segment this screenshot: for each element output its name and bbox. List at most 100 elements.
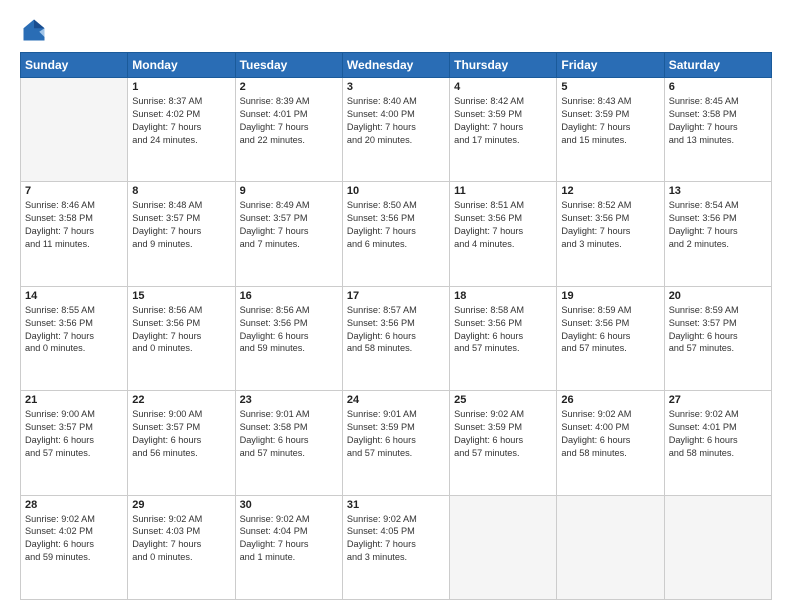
- day-info: Sunrise: 8:50 AM Sunset: 3:56 PM Dayligh…: [347, 199, 445, 251]
- day-cell: 27 Sunrise: 9:02 AM Sunset: 4:01 PM Dayli…: [664, 391, 771, 495]
- day-info: Sunrise: 9:00 AM Sunset: 3:57 PM Dayligh…: [25, 408, 123, 460]
- day-info: Sunrise: 9:02 AM Sunset: 3:59 PM Dayligh…: [454, 408, 552, 460]
- day-info: Sunrise: 8:39 AM Sunset: 4:01 PM Dayligh…: [240, 95, 338, 147]
- day-number: 16: [240, 290, 338, 302]
- day-cell: 19 Sunrise: 8:59 AM Sunset: 3:56 PM Dayli…: [557, 286, 664, 390]
- day-cell: 1Sunrise: 8:37 AM Sunset: 4:02 PM Daylig…: [128, 78, 235, 182]
- day-number: 29: [132, 499, 230, 511]
- day-info: Sunrise: 8:52 AM Sunset: 3:56 PM Dayligh…: [561, 199, 659, 251]
- day-info: Sunrise: 8:57 AM Sunset: 3:56 PM Dayligh…: [347, 304, 445, 356]
- day-cell: 9Sunrise: 8:49 AM Sunset: 3:57 PM Daylig…: [235, 182, 342, 286]
- day-number: 28: [25, 499, 123, 511]
- weekday-header-saturday: Saturday: [664, 53, 771, 78]
- day-cell: 28 Sunrise: 9:02 AM Sunset: 4:02 PM Dayli…: [21, 495, 128, 599]
- day-cell: 3 Sunrise: 8:40 AM Sunset: 4:00 PM Daylig…: [342, 78, 449, 182]
- day-number: 21: [25, 394, 123, 406]
- day-cell: 10 Sunrise: 8:50 AM Sunset: 3:56 PM Dayli…: [342, 182, 449, 286]
- day-cell: 21 Sunrise: 9:00 AM Sunset: 3:57 PM Dayli…: [21, 391, 128, 495]
- day-number: 15: [132, 290, 230, 302]
- day-info: Sunrise: 8:56 AM Sunset: 3:56 PM Dayligh…: [132, 304, 230, 356]
- day-info: Sunrise: 9:02 AM Sunset: 4:03 PM Dayligh…: [132, 513, 230, 565]
- week-row-2: 14 Sunrise: 8:55 AM Sunset: 3:56 PM Dayli…: [21, 286, 772, 390]
- day-number: 8: [132, 185, 230, 197]
- weekday-header-wednesday: Wednesday: [342, 53, 449, 78]
- day-info: Sunrise: 8:55 AM Sunset: 3:56 PM Dayligh…: [25, 304, 123, 356]
- week-row-4: 28 Sunrise: 9:02 AM Sunset: 4:02 PM Dayli…: [21, 495, 772, 599]
- day-cell: 12 Sunrise: 8:52 AM Sunset: 3:56 PM Dayli…: [557, 182, 664, 286]
- week-row-0: 1Sunrise: 8:37 AM Sunset: 4:02 PM Daylig…: [21, 78, 772, 182]
- day-cell: 31 Sunrise: 9:02 AM Sunset: 4:05 PM Dayli…: [342, 495, 449, 599]
- logo-icon: [20, 16, 48, 44]
- day-info: Sunrise: 9:02 AM Sunset: 4:04 PM Dayligh…: [240, 513, 338, 565]
- day-cell: [664, 495, 771, 599]
- day-number: 25: [454, 394, 552, 406]
- day-info: Sunrise: 8:45 AM Sunset: 3:58 PM Dayligh…: [669, 95, 767, 147]
- day-number: 12: [561, 185, 659, 197]
- week-row-3: 21 Sunrise: 9:00 AM Sunset: 3:57 PM Dayli…: [21, 391, 772, 495]
- day-number: 17: [347, 290, 445, 302]
- day-info: Sunrise: 9:02 AM Sunset: 4:01 PM Dayligh…: [669, 408, 767, 460]
- day-info: Sunrise: 8:43 AM Sunset: 3:59 PM Dayligh…: [561, 95, 659, 147]
- day-number: 10: [347, 185, 445, 197]
- day-cell: 17 Sunrise: 8:57 AM Sunset: 3:56 PM Dayli…: [342, 286, 449, 390]
- day-cell: 23 Sunrise: 9:01 AM Sunset: 3:58 PM Dayli…: [235, 391, 342, 495]
- day-cell: 14 Sunrise: 8:55 AM Sunset: 3:56 PM Dayli…: [21, 286, 128, 390]
- weekday-header-sunday: Sunday: [21, 53, 128, 78]
- day-info: Sunrise: 9:01 AM Sunset: 3:59 PM Dayligh…: [347, 408, 445, 460]
- day-info: Sunrise: 9:02 AM Sunset: 4:02 PM Dayligh…: [25, 513, 123, 565]
- day-number: 9: [240, 185, 338, 197]
- weekday-header-friday: Friday: [557, 53, 664, 78]
- weekday-header-tuesday: Tuesday: [235, 53, 342, 78]
- day-number: 13: [669, 185, 767, 197]
- day-cell: 24 Sunrise: 9:01 AM Sunset: 3:59 PM Dayli…: [342, 391, 449, 495]
- day-cell: [21, 78, 128, 182]
- day-cell: 6Sunrise: 8:45 AM Sunset: 3:58 PM Daylig…: [664, 78, 771, 182]
- day-number: 11: [454, 185, 552, 197]
- day-cell: [557, 495, 664, 599]
- day-info: Sunrise: 8:59 AM Sunset: 3:57 PM Dayligh…: [669, 304, 767, 356]
- day-info: Sunrise: 8:58 AM Sunset: 3:56 PM Dayligh…: [454, 304, 552, 356]
- day-number: 26: [561, 394, 659, 406]
- day-number: 19: [561, 290, 659, 302]
- day-cell: 30Sunrise: 9:02 AM Sunset: 4:04 PM Dayli…: [235, 495, 342, 599]
- calendar-table: SundayMondayTuesdayWednesdayThursdayFrid…: [20, 52, 772, 600]
- day-cell: 22Sunrise: 9:00 AM Sunset: 3:57 PM Dayli…: [128, 391, 235, 495]
- day-number: 23: [240, 394, 338, 406]
- header: [20, 16, 772, 44]
- day-cell: 2 Sunrise: 8:39 AM Sunset: 4:01 PM Daylig…: [235, 78, 342, 182]
- day-number: 4: [454, 81, 552, 93]
- day-info: Sunrise: 8:42 AM Sunset: 3:59 PM Dayligh…: [454, 95, 552, 147]
- day-cell: 29 Sunrise: 9:02 AM Sunset: 4:03 PM Dayli…: [128, 495, 235, 599]
- day-number: 20: [669, 290, 767, 302]
- day-cell: 7 Sunrise: 8:46 AM Sunset: 3:58 PM Daylig…: [21, 182, 128, 286]
- day-cell: 5Sunrise: 8:43 AM Sunset: 3:59 PM Daylig…: [557, 78, 664, 182]
- day-info: Sunrise: 8:40 AM Sunset: 4:00 PM Dayligh…: [347, 95, 445, 147]
- day-number: 1: [132, 81, 230, 93]
- day-cell: 4 Sunrise: 8:42 AM Sunset: 3:59 PM Daylig…: [450, 78, 557, 182]
- day-info: Sunrise: 9:01 AM Sunset: 3:58 PM Dayligh…: [240, 408, 338, 460]
- day-cell: [450, 495, 557, 599]
- day-number: 27: [669, 394, 767, 406]
- day-number: 24: [347, 394, 445, 406]
- day-number: 14: [25, 290, 123, 302]
- day-info: Sunrise: 8:46 AM Sunset: 3:58 PM Dayligh…: [25, 199, 123, 251]
- day-number: 7: [25, 185, 123, 197]
- day-cell: 15 Sunrise: 8:56 AM Sunset: 3:56 PM Dayli…: [128, 286, 235, 390]
- day-cell: 26Sunrise: 9:02 AM Sunset: 4:00 PM Dayli…: [557, 391, 664, 495]
- day-number: 3: [347, 81, 445, 93]
- day-number: 18: [454, 290, 552, 302]
- day-number: 2: [240, 81, 338, 93]
- day-cell: 20 Sunrise: 8:59 AM Sunset: 3:57 PM Dayli…: [664, 286, 771, 390]
- day-info: Sunrise: 8:51 AM Sunset: 3:56 PM Dayligh…: [454, 199, 552, 251]
- week-row-1: 7 Sunrise: 8:46 AM Sunset: 3:58 PM Daylig…: [21, 182, 772, 286]
- day-cell: 11 Sunrise: 8:51 AM Sunset: 3:56 PM Dayli…: [450, 182, 557, 286]
- day-number: 31: [347, 499, 445, 511]
- day-cell: 16 Sunrise: 8:56 AM Sunset: 3:56 PM Dayli…: [235, 286, 342, 390]
- day-info: Sunrise: 9:02 AM Sunset: 4:05 PM Dayligh…: [347, 513, 445, 565]
- day-info: Sunrise: 9:00 AM Sunset: 3:57 PM Dayligh…: [132, 408, 230, 460]
- weekday-header-thursday: Thursday: [450, 53, 557, 78]
- weekday-header-monday: Monday: [128, 53, 235, 78]
- day-info: Sunrise: 8:56 AM Sunset: 3:56 PM Dayligh…: [240, 304, 338, 356]
- weekday-header-row: SundayMondayTuesdayWednesdayThursdayFrid…: [21, 53, 772, 78]
- day-info: Sunrise: 8:59 AM Sunset: 3:56 PM Dayligh…: [561, 304, 659, 356]
